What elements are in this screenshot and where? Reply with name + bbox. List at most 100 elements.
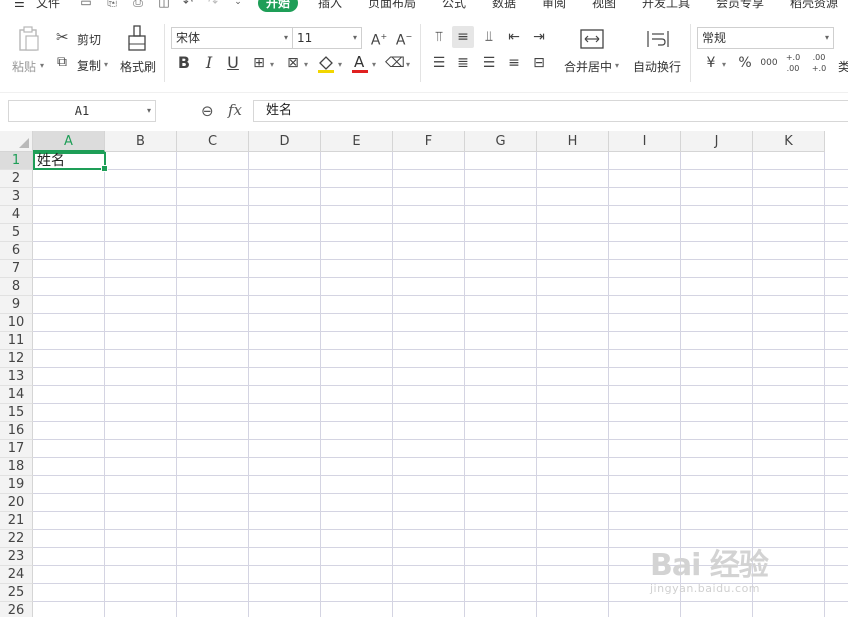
column-header-k[interactable]: K <box>753 131 825 152</box>
align-left-icon[interactable]: ☰ <box>428 52 450 74</box>
border-dropdown-icon[interactable]: ▾ <box>270 60 274 69</box>
pattern-dropdown-icon[interactable]: ▾ <box>304 60 308 69</box>
format-painter-label[interactable]: 格式刷 <box>120 58 156 75</box>
distributed-icon[interactable]: ⊟ <box>528 52 550 74</box>
row-header-14[interactable]: 14 <box>0 386 33 404</box>
menu-icon[interactable]: ☰ <box>14 0 25 12</box>
select-all-corner[interactable] <box>0 131 33 152</box>
column-header-j[interactable]: J <box>681 131 753 152</box>
tab-view[interactable]: 视图 <box>592 0 616 12</box>
row-header-24[interactable]: 24 <box>0 566 33 584</box>
merge-center-button[interactable] <box>580 28 604 50</box>
format-painter-button[interactable] <box>126 24 148 54</box>
column-header-e[interactable]: E <box>321 131 393 152</box>
justify-icon[interactable]: ≡ <box>503 52 525 74</box>
row-header-10[interactable]: 10 <box>0 314 33 332</box>
undo-icon[interactable]: ↶ <box>180 0 196 9</box>
type-convert-label[interactable]: 类 <box>838 58 848 75</box>
font-color-button[interactable]: A <box>350 53 370 74</box>
fx-icon[interactable]: fx <box>228 101 242 119</box>
tab-developer[interactable]: 开发工具 <box>642 0 690 12</box>
print-preview-icon[interactable]: ◫ <box>156 0 172 9</box>
align-right-icon[interactable]: ☰ <box>478 52 500 74</box>
percent-button[interactable]: % <box>734 52 756 74</box>
row-header-26[interactable]: 26 <box>0 602 33 617</box>
row-header-8[interactable]: 8 <box>0 278 33 296</box>
column-header-h[interactable]: H <box>537 131 609 152</box>
save-icon[interactable]: ▭ <box>78 0 94 9</box>
row-header-2[interactable]: 2 <box>0 170 33 188</box>
column-header-i[interactable]: I <box>609 131 681 152</box>
column-header-d[interactable]: D <box>249 131 321 152</box>
row-header-5[interactable]: 5 <box>0 224 33 242</box>
row-header-4[interactable]: 4 <box>0 206 33 224</box>
column-header-f[interactable]: F <box>393 131 465 152</box>
bold-button[interactable]: B <box>173 52 195 74</box>
row-header-23[interactable]: 23 <box>0 548 33 566</box>
column-header-b[interactable]: B <box>105 131 177 152</box>
underline-button[interactable]: U <box>222 52 244 74</box>
fill-color-dropdown-icon[interactable]: ▾ <box>338 60 342 69</box>
cell-a1-selected[interactable]: 姓名 <box>33 152 108 172</box>
redo-icon[interactable]: ↷ <box>205 0 221 9</box>
copy-dropdown-icon[interactable]: ▾ <box>104 60 108 69</box>
quick-access-more-icon[interactable]: ⌄ <box>230 0 246 9</box>
row-header-19[interactable]: 19 <box>0 476 33 494</box>
font-name-select[interactable]: 宋体 ▾ <box>171 27 293 49</box>
tab-formulas[interactable]: 公式 <box>442 0 466 12</box>
decrease-indent-icon[interactable]: ⇤ <box>503 26 525 48</box>
row-header-11[interactable]: 11 <box>0 332 33 350</box>
paste-button[interactable] <box>16 26 42 54</box>
tab-insert[interactable]: 插入 <box>318 0 342 12</box>
currency-button[interactable]: ¥ <box>700 52 722 74</box>
paste-label[interactable]: 粘贴 <box>12 58 36 75</box>
row-header-22[interactable]: 22 <box>0 530 33 548</box>
merge-dropdown-icon[interactable]: ▾ <box>615 61 619 70</box>
align-bottom-icon[interactable]: ⫫ <box>478 26 500 48</box>
row-header-13[interactable]: 13 <box>0 368 33 386</box>
align-center-icon[interactable]: ≣ <box>452 52 474 74</box>
tab-page-layout[interactable]: 页面布局 <box>368 0 416 12</box>
italic-button[interactable]: I <box>198 52 220 74</box>
align-middle-icon[interactable]: ≡ <box>452 26 474 48</box>
tab-data[interactable]: 数据 <box>492 0 516 12</box>
print-icon[interactable]: ⎙ <box>130 0 146 9</box>
row-header-7[interactable]: 7 <box>0 260 33 278</box>
align-top-icon[interactable]: ⫪ <box>428 26 450 48</box>
decrease-font-icon[interactable]: A− <box>393 26 415 49</box>
row-header-18[interactable]: 18 <box>0 458 33 476</box>
fill-color-button[interactable] <box>316 54 336 74</box>
currency-dropdown-icon[interactable]: ▾ <box>722 60 726 69</box>
merge-center-label[interactable]: 合并居中 <box>564 58 612 75</box>
row-header-25[interactable]: 25 <box>0 584 33 602</box>
increase-decimal-button[interactable]: +.0 .00 <box>782 52 804 74</box>
column-header-c[interactable]: C <box>177 131 249 152</box>
column-header-a[interactable]: A <box>33 131 105 152</box>
increase-indent-icon[interactable]: ⇥ <box>528 26 550 48</box>
zoom-icon[interactable]: ⊖ <box>201 102 214 120</box>
row-header-20[interactable]: 20 <box>0 494 33 512</box>
cut-label[interactable]: 剪切 <box>77 31 101 48</box>
export-icon[interactable]: ⎘ <box>104 0 120 9</box>
copy-icon[interactable]: ⧉ <box>57 54 67 70</box>
number-format-select[interactable]: 常规 ▾ <box>697 27 834 49</box>
copy-label[interactable]: 复制 <box>77 57 101 74</box>
menu-file[interactable]: 文件 <box>36 0 60 12</box>
wrap-text-button[interactable] <box>646 28 670 50</box>
column-header-g[interactable]: G <box>465 131 537 152</box>
name-box[interactable]: A1 ▾ <box>8 100 156 122</box>
scissors-icon[interactable]: ✂ <box>56 28 69 46</box>
tab-review[interactable]: 审阅 <box>542 0 566 12</box>
eraser-icon[interactable]: ⌫ <box>384 52 406 74</box>
tab-docer[interactable]: 稻壳资源 <box>790 0 838 12</box>
row-header-15[interactable]: 15 <box>0 404 33 422</box>
row-header-21[interactable]: 21 <box>0 512 33 530</box>
thousands-button[interactable]: 000 <box>758 52 780 74</box>
tab-member[interactable]: 会员专享 <box>716 0 764 12</box>
font-size-select[interactable]: 11 ▾ <box>292 27 362 49</box>
row-header-3[interactable]: 3 <box>0 188 33 206</box>
paste-dropdown-icon[interactable]: ▾ <box>40 61 44 70</box>
row-header-9[interactable]: 9 <box>0 296 33 314</box>
border-icon[interactable]: ⊞ <box>248 52 270 74</box>
tab-home[interactable]: 开始 <box>258 0 299 12</box>
